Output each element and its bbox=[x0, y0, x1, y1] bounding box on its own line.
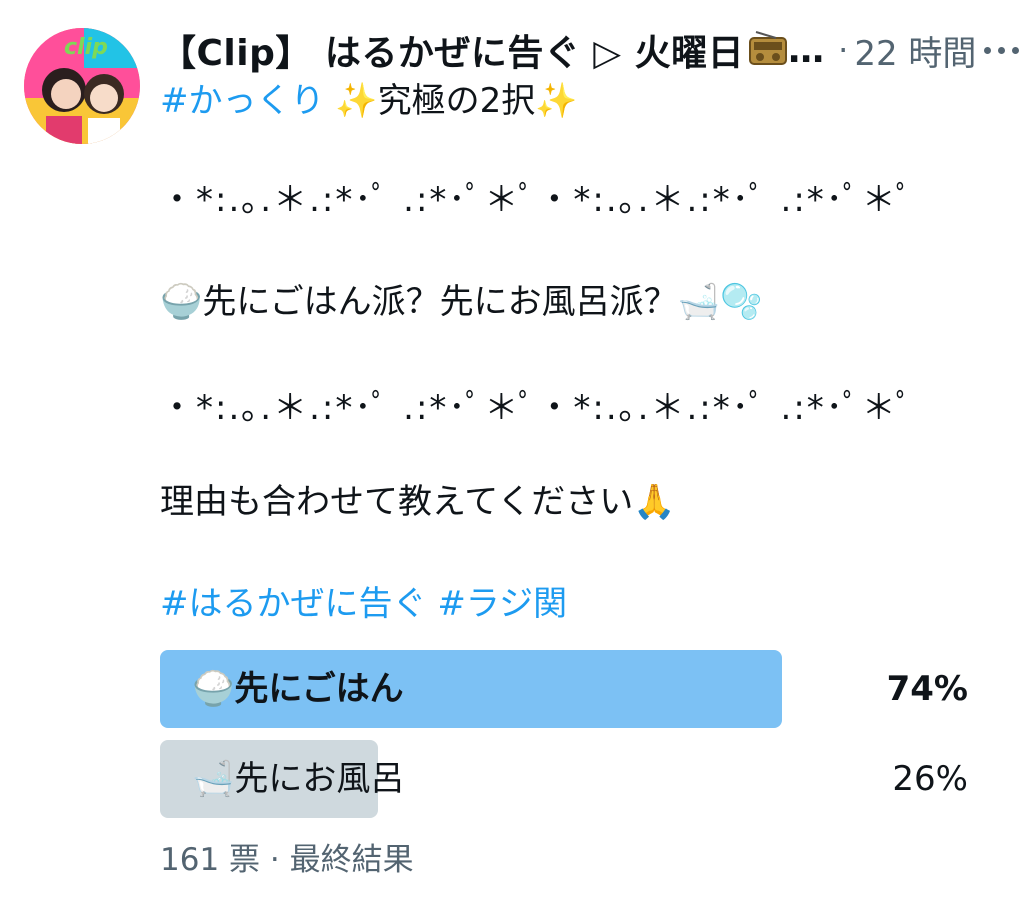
hashtag-harukaze[interactable]: #はるかぜに告ぐ bbox=[160, 584, 427, 624]
tweet-header: 【Clip】 はるかぜに告ぐ ▷ 火曜日 … · 22 時間 bbox=[160, 22, 1020, 78]
poll-option-label: 🛁先にお風呂 bbox=[192, 740, 404, 818]
poll-option-bath: 🛁先にお風呂 26% bbox=[160, 740, 968, 818]
rice-bowl-icon: 🍚 bbox=[160, 282, 203, 322]
poll-votes: 161 票 bbox=[160, 842, 261, 878]
question-line: 🍚先にごはん派？先にお風呂派？🛁🫧 bbox=[160, 278, 762, 326]
poll-option-label: 🍚先にごはん bbox=[192, 650, 404, 728]
bathtub-icon: 🛁 bbox=[677, 282, 721, 322]
bathtub-icon: 🛁 bbox=[192, 759, 235, 799]
hashtag-kakkuri[interactable]: #かっくり bbox=[160, 81, 325, 121]
line1-text: 究極の2択 bbox=[377, 81, 536, 121]
decorative-divider: ・*:.｡.＊.:*･ﾟ .:*･ﾟ＊ﾟ・*:.｡.＊.:*･ﾟ .:*･ﾟ＊ﾟ bbox=[160, 180, 915, 220]
question-text: 先にごはん派？先にお風呂派？ bbox=[202, 282, 678, 322]
tweet-line-1: #かっくり ✨究極の2択✨ bbox=[160, 77, 578, 125]
hashtag-rajikan[interactable]: #ラジ関 bbox=[437, 584, 567, 624]
poll-footer-separator: · bbox=[269, 842, 280, 878]
more-horizontal-icon[interactable] bbox=[976, 39, 1024, 62]
more-dot bbox=[984, 46, 992, 54]
poll-option-text: 先にお風呂 bbox=[234, 759, 405, 799]
avatar-image: clip bbox=[24, 28, 140, 144]
svg-text:clip: clip bbox=[64, 35, 108, 60]
header-separator: · bbox=[838, 31, 849, 69]
poll-footer: 161 票 · 最終結果 bbox=[160, 834, 414, 879]
more-dot bbox=[998, 46, 1006, 54]
rice-bowl-icon: 🍚 bbox=[192, 669, 235, 709]
timestamp[interactable]: 22 時間 bbox=[854, 26, 976, 75]
reason-line: 理由も合わせて教えてください🙏 bbox=[160, 478, 676, 526]
poll-option-rice: 🍚先にごはん 74% bbox=[160, 650, 968, 728]
reason-text: 理由も合わせて教えてください bbox=[160, 482, 634, 522]
folded-hands-icon: 🙏 bbox=[633, 482, 676, 522]
radio-emoji-icon bbox=[748, 28, 788, 72]
sparkles-icon: ✨ bbox=[535, 81, 578, 121]
poll-percent: 74% bbox=[886, 669, 968, 709]
hashtags-line: #はるかぜに告ぐ #ラジ関 bbox=[160, 580, 567, 628]
sparkles-icon: ✨ bbox=[335, 81, 378, 121]
avatar[interactable]: clip bbox=[24, 28, 140, 144]
name-ellipsis: … bbox=[788, 29, 825, 71]
poll-percent: 26% bbox=[892, 759, 968, 799]
more-dot bbox=[1012, 46, 1020, 54]
poll-status: 最終結果 bbox=[289, 842, 414, 878]
decorative-divider: ・*:.｡.＊.:*･ﾟ .:*･ﾟ＊ﾟ・*:.｡.＊.:*･ﾟ .:*･ﾟ＊ﾟ bbox=[160, 388, 915, 428]
bubbles-icon: 🫧 bbox=[720, 282, 763, 322]
display-name[interactable]: 【Clip】 はるかぜに告ぐ ▷ 火曜日 bbox=[160, 24, 744, 76]
poll-option-text: 先にごはん bbox=[234, 669, 404, 709]
